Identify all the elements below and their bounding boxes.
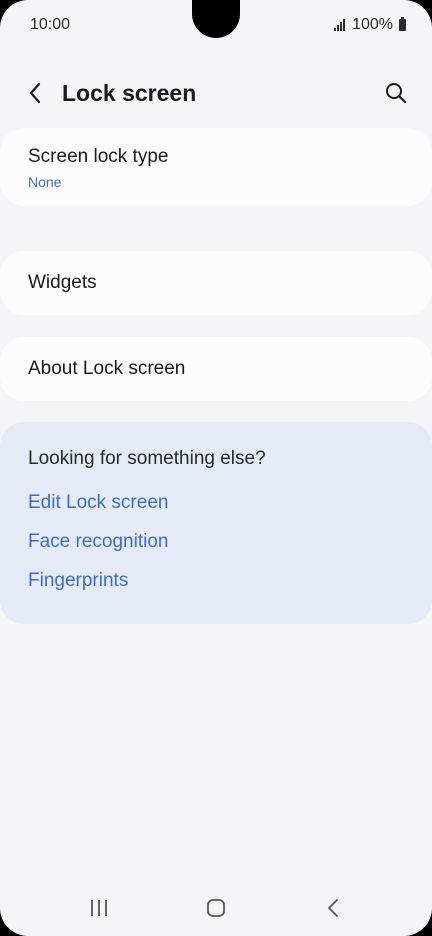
recents-icon [90, 900, 107, 916]
status-time: 10:00 [30, 16, 71, 33]
back-icon [328, 899, 339, 917]
phone-screen: 10:00 100% Lock screen Screen lock type … [0, 0, 432, 936]
about-lock-screen-item[interactable]: About Lock screen [0, 337, 432, 401]
battery-icon [399, 17, 406, 31]
nav-back-button[interactable] [311, 886, 355, 930]
edit-lock-screen-link[interactable]: Edit Lock screen [28, 492, 404, 514]
status-bar: 10:00 100% [0, 0, 432, 50]
widgets-item[interactable]: Widgets [0, 251, 432, 315]
navigation-bar [0, 880, 432, 936]
chevron-left-icon [29, 82, 41, 104]
home-button[interactable] [194, 886, 238, 930]
search-button[interactable] [382, 79, 410, 107]
screen-lock-type-label: Screen lock type [28, 146, 169, 167]
search-icon [386, 83, 407, 104]
app-header: Lock screen [0, 66, 432, 120]
status-indicators: 100% [334, 16, 406, 34]
back-button[interactable] [22, 80, 48, 106]
screen-lock-type-item[interactable]: Screen lock type None [0, 128, 432, 206]
recents-button[interactable] [77, 886, 121, 930]
page-title: Lock screen [62, 79, 197, 106]
about-lock-screen-label: About Lock screen [28, 358, 186, 379]
fingerprints-link[interactable]: Fingerprints [28, 570, 404, 592]
suggestions-card: Looking for something else? Edit Lock sc… [0, 422, 432, 624]
screen-lock-type-value: None [28, 174, 62, 190]
home-icon [207, 899, 225, 917]
widgets-label: Widgets [28, 272, 97, 293]
signal-icon [334, 19, 346, 31]
face-recognition-link[interactable]: Face recognition [28, 531, 404, 553]
battery-percent: 100% [352, 16, 393, 33]
suggestions-heading: Looking for something else? [28, 448, 266, 469]
